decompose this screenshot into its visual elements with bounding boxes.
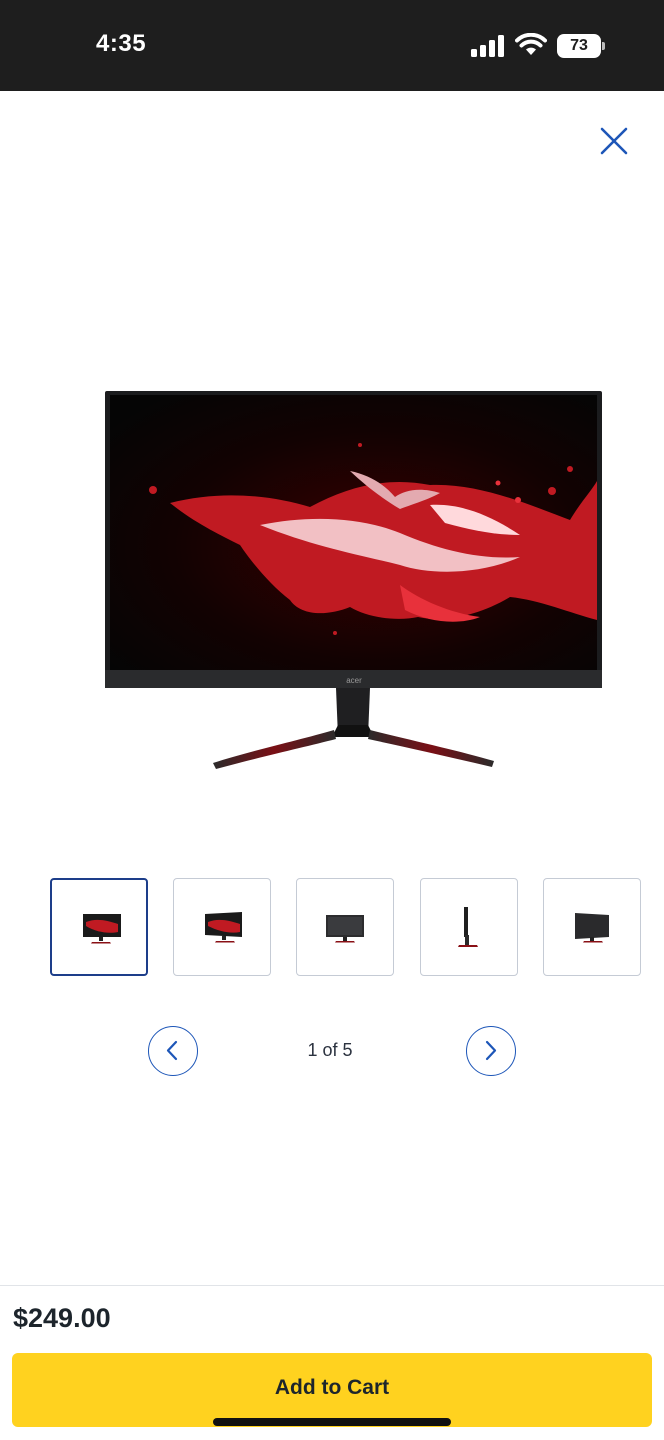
chevron-left-icon bbox=[166, 1040, 178, 1061]
close-x-icon bbox=[600, 127, 628, 155]
home-indicator[interactable] bbox=[213, 1418, 451, 1426]
thumbnail-1[interactable] bbox=[50, 878, 148, 976]
add-to-cart-button[interactable]: Add to Cart bbox=[12, 1353, 652, 1427]
thumbnail-image bbox=[326, 915, 364, 943]
thumbnail-image bbox=[458, 907, 478, 947]
previous-image-button[interactable] bbox=[148, 1026, 198, 1076]
wifi-icon bbox=[515, 33, 547, 55]
brand-logo: acer bbox=[346, 676, 362, 685]
product-price: $249.00 bbox=[13, 1303, 111, 1333]
close-button[interactable] bbox=[594, 121, 634, 161]
thumbnail-4[interactable] bbox=[420, 878, 518, 976]
status-time: 4:35 bbox=[96, 30, 147, 57]
thumbnail-image bbox=[575, 913, 609, 943]
product-main-image: acer bbox=[105, 391, 602, 769]
thumbnail-image bbox=[205, 912, 242, 943]
battery-icon: 73 bbox=[557, 34, 605, 58]
cellular-signal-icon bbox=[471, 35, 504, 57]
thumbnail-3[interactable] bbox=[296, 878, 394, 976]
thumbnail-5[interactable] bbox=[543, 878, 641, 976]
page-indicator: 1 of 5 bbox=[307, 1040, 353, 1060]
status-bar: 4:35 73 bbox=[0, 0, 664, 91]
thumbnail-image bbox=[83, 914, 121, 944]
thumbnail-2[interactable] bbox=[173, 878, 271, 976]
chevron-right-icon bbox=[485, 1040, 497, 1061]
next-image-button[interactable] bbox=[466, 1026, 516, 1076]
divider bbox=[0, 1285, 664, 1286]
add-to-cart-label: Add to Cart bbox=[274, 1376, 390, 1399]
battery-level: 73 bbox=[570, 37, 588, 54]
